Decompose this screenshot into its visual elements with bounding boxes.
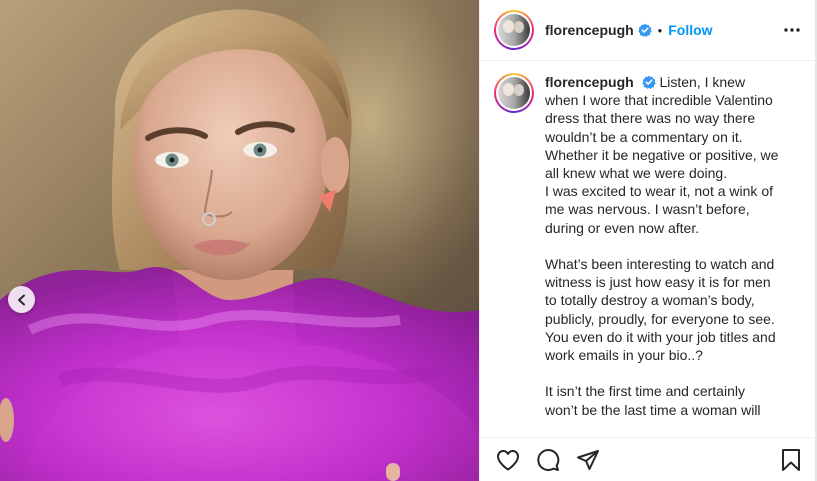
caption-username[interactable]: florencepugh xyxy=(545,74,634,90)
avatar-inner xyxy=(496,12,532,48)
caption-area[interactable]: florencepugh Listen, I knew when I wore … xyxy=(480,61,817,437)
caption-avatar[interactable] xyxy=(494,73,534,113)
heart-icon[interactable] xyxy=(496,449,520,471)
post-image[interactable] xyxy=(0,0,479,481)
more-options-icon[interactable] xyxy=(783,27,801,33)
post-side-panel: florencepugh • Follow florencepugh Liste… xyxy=(479,0,817,481)
follow-button[interactable]: Follow xyxy=(668,22,712,38)
instagram-post: florencepugh • Follow florencepugh Liste… xyxy=(0,0,817,481)
chevron-left-icon xyxy=(17,294,25,305)
caption-text: florencepugh Listen, I knew when I wore … xyxy=(545,73,781,419)
avatar-image xyxy=(498,14,530,46)
avatar-inner xyxy=(496,75,532,111)
action-bar xyxy=(480,437,817,481)
verified-badge-icon xyxy=(638,23,652,37)
caption-body: Listen, I knew when I wore that incredib… xyxy=(545,74,779,418)
previous-image-button[interactable] xyxy=(8,286,35,313)
header-username[interactable]: florencepugh xyxy=(545,22,634,38)
bookmark-icon[interactable] xyxy=(781,448,801,472)
paper-plane-icon[interactable] xyxy=(576,448,600,472)
portrait-photo xyxy=(0,9,479,481)
verified-badge-icon xyxy=(641,75,656,89)
avatar-image xyxy=(498,77,530,109)
caption-row: florencepugh Listen, I knew when I wore … xyxy=(494,73,801,419)
comment-icon[interactable] xyxy=(536,448,560,472)
profile-avatar[interactable] xyxy=(494,10,534,50)
post-header: florencepugh • Follow xyxy=(480,0,817,61)
header-separator: • xyxy=(657,22,663,38)
